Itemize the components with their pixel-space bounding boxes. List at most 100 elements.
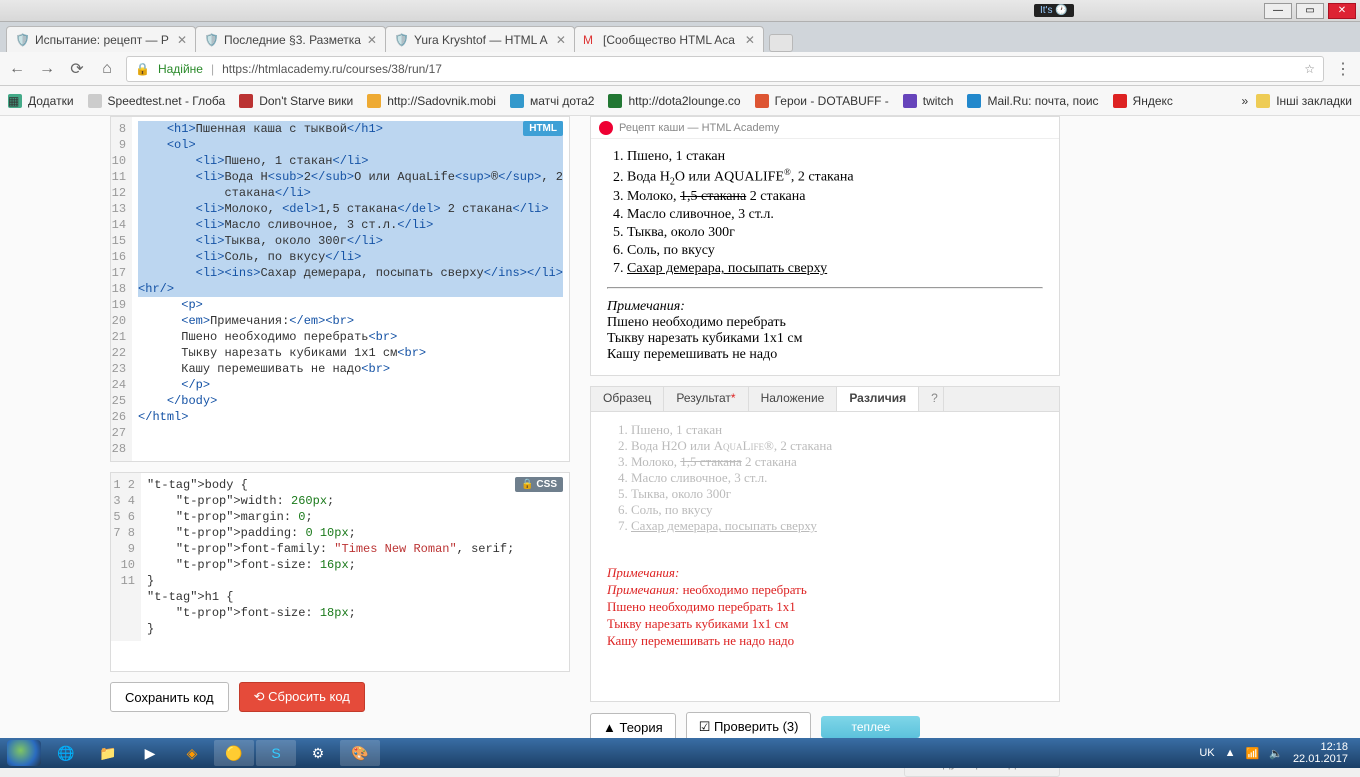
bookmark-item[interactable]: Speedtest.net - Глоба (88, 94, 226, 108)
bookmark-item[interactable]: http://Sadovnik.mobi (367, 94, 496, 108)
ghost-item: Пшено, 1 стакан (631, 422, 1043, 438)
taskbar-item-explorer[interactable]: 📁 (88, 740, 128, 766)
bookmark-label: http://dota2lounge.co (628, 94, 740, 108)
taskbar-item-paint[interactable]: 🎨 (340, 740, 380, 766)
taskbar-item-aimp[interactable]: ◈ (172, 740, 212, 766)
editor-button-row: Сохранить код ⟲ Сбросить код (110, 682, 570, 712)
bookmark-icon (903, 94, 917, 108)
note-line: Кашу перемешивать не надо (607, 347, 777, 362)
taskbar-item-ie[interactable]: 🌐 (46, 740, 86, 766)
tab-result[interactable]: Результат* (664, 387, 748, 411)
taskbar-item-steam[interactable]: ⚙ (298, 740, 338, 766)
tray-clock[interactable]: 12:18 22.01.2017 (1293, 741, 1348, 765)
shield-icon: 🛡️ (394, 33, 408, 47)
bookmark-item[interactable]: Mail.Ru: почта, поис (967, 94, 1098, 108)
window-maximize-button[interactable]: ▭ (1296, 3, 1324, 19)
chevron-right-icon[interactable]: » (1242, 94, 1249, 108)
tab-close-icon[interactable]: ✕ (367, 33, 377, 47)
url-text: https://htmlacademy.ru/courses/38/run/17 (222, 62, 442, 76)
bookmark-item[interactable]: http://dota2lounge.co (608, 94, 740, 108)
bookmarks-bar: ▦Додатки Speedtest.net - Глоба Don't Sta… (0, 86, 1360, 116)
ghost-item: Вода H2O или AquaLife®, 2 стакана (631, 438, 1043, 454)
tray-volume-icon[interactable]: 🔈 (1269, 747, 1283, 760)
recipe-item: Соль, по вкусу (627, 243, 1043, 259)
home-button[interactable]: ⌂ (96, 58, 118, 80)
bookmark-label: Speedtest.net - Глоба (108, 94, 226, 108)
taskbar-item-skype[interactable]: S (256, 740, 296, 766)
reload-button[interactable]: ⟳ (66, 58, 88, 80)
bookmark-item[interactable]: twitch (903, 94, 954, 108)
taskbar-item-player[interactable]: ▶ (130, 740, 170, 766)
tray-lang[interactable]: UK (1199, 747, 1214, 759)
bookmark-label: Герои - DOTABUFF - (775, 94, 889, 108)
menu-button[interactable]: ⋮ (1332, 58, 1354, 80)
bookmark-label: матчі дота2 (530, 94, 595, 108)
ghost-item: Соль, по вкусу (631, 502, 1043, 518)
address-bar[interactable]: 🔒 Надійне | https://htmlacademy.ru/cours… (126, 56, 1324, 82)
html-code-area[interactable]: <h1>Пшенная каша с тыквой</h1> <ol> <li>… (132, 117, 569, 461)
tab-label: Последние §3. Разметка (224, 33, 361, 47)
tray-flag-icon[interactable]: ▲ (1225, 747, 1236, 759)
save-button[interactable]: Сохранить код (110, 682, 229, 712)
tray-date: 22.01.2017 (1293, 753, 1348, 765)
diff-line: Тыкву нарезать кубиками 1x1 см (607, 615, 1043, 632)
ghost-item: Сахар демерара, посыпать сверху (631, 518, 1043, 534)
warm-badge: теплее (821, 716, 920, 738)
tab-close-icon[interactable]: ✕ (177, 33, 187, 47)
note-line: Пшено необходимо перебрать (607, 315, 786, 330)
tray-network-icon[interactable]: 📶 (1246, 747, 1260, 760)
taskbar-item-chrome[interactable]: 🟡 (214, 740, 254, 766)
forward-button[interactable]: → (36, 58, 58, 80)
system-tray: UK ▲ 📶 🔈 12:18 22.01.2017 (1199, 741, 1356, 765)
folder-icon (1256, 94, 1270, 108)
browser-tab[interactable]: 🛡️ Yura Kryshtof — HTML A ✕ (385, 26, 575, 52)
notes-title: Примечания: (607, 299, 685, 314)
bookmark-item[interactable]: Don't Starve вики (239, 94, 353, 108)
help-button[interactable]: ? (919, 387, 944, 411)
browser-tab[interactable]: 🛡️Последние §3. Разметка✕ (195, 26, 386, 52)
browser-tabstrip: 🛡️ Испытание: рецепт — Р ✕ 🛡️ Последние §3.… (0, 22, 1360, 52)
window-titlebar: It's 🕐 — ▭ ✕ (0, 0, 1360, 22)
other-bookmarks-label: Інші закладки (1276, 94, 1352, 108)
other-bookmarks-button[interactable]: Інші закладки (1256, 94, 1352, 108)
html-gutter: 8 9 10 11 12 13 14 15 16 17 18 19 20 21 … (111, 117, 132, 461)
tab-overlay[interactable]: Наложение (749, 387, 838, 411)
tab-sample[interactable]: Образец (591, 387, 664, 411)
apps-label: Додатки (28, 94, 74, 108)
back-button[interactable]: ← (6, 58, 28, 80)
browser-tab[interactable]: M[Сообщество HTML Aca✕ (574, 26, 764, 52)
bookmark-icon (608, 94, 622, 108)
tab-close-icon[interactable]: ✕ (745, 33, 755, 47)
bookmark-item[interactable]: Герои - DOTABUFF - (755, 94, 889, 108)
html-editor-panel: HTML 8 9 10 11 12 13 14 15 16 17 18 19 2… (110, 116, 570, 462)
bookmark-label: Яндекс (1133, 94, 1173, 108)
tab-label: Yura Kryshtof — HTML A (414, 33, 548, 47)
tab-close-icon[interactable]: ✕ (556, 33, 566, 47)
tab-diff[interactable]: Различия (837, 387, 919, 411)
window-minimize-button[interactable]: — (1264, 3, 1292, 19)
bookmark-icon (239, 94, 253, 108)
bookmark-item[interactable]: матчі дота2 (510, 94, 595, 108)
preview-title: Рецепт каши — HTML Academy (619, 122, 779, 134)
diff-line: Примечания: необходимо перебрать (607, 581, 1043, 598)
browser-tab[interactable]: 🛡️ Испытание: рецепт — Р ✕ (6, 26, 196, 52)
tab-label: Испытание: рецепт — Р (35, 33, 169, 47)
gmail-icon: M (583, 33, 597, 47)
bookmark-item[interactable]: Яндекс (1113, 94, 1173, 108)
css-editor-panel: 🔒 CSS 1 2 3 4 5 6 7 8 9 10 11 "t-tag">bo… (110, 472, 570, 672)
apps-button[interactable]: ▦Додатки (8, 94, 74, 108)
recipe-item: Тыква, около 300г (627, 225, 1043, 241)
windows-taskbar: 🌐 📁 ▶ ◈ 🟡 S ⚙ 🎨 UK ▲ 📶 🔈 12:18 22.01.201… (0, 738, 1360, 768)
bookmark-star-icon[interactable]: ☆ (1304, 62, 1315, 76)
reset-button[interactable]: ⟲ Сбросить код (239, 682, 365, 712)
bookmark-icon (510, 94, 524, 108)
ghost-item: Молоко, 1,5 стакана 2 стакана (631, 454, 1043, 470)
brand-pill: It's 🕐 (1034, 4, 1074, 17)
new-tab-button[interactable] (769, 34, 793, 52)
shield-icon: 🛡️ (15, 33, 29, 47)
start-button[interactable] (4, 740, 44, 766)
reset-label: Сбросить код (268, 689, 350, 704)
window-close-button[interactable]: ✕ (1328, 3, 1356, 19)
css-code-area[interactable]: "t-tag">body { "t-prop">width: 260px; "t… (141, 473, 569, 641)
page-content: HTML 8 9 10 11 12 13 14 15 16 17 18 19 2… (0, 116, 1360, 738)
